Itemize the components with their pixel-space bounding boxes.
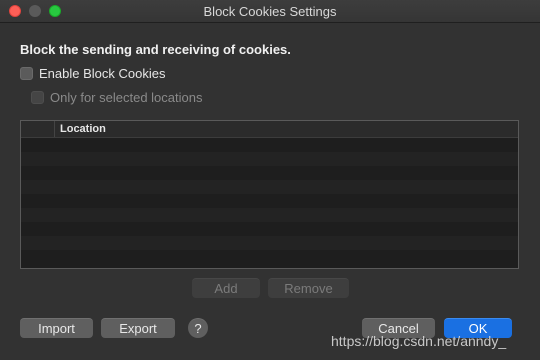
import-button[interactable]: Import [20,318,93,338]
selected-locations-checkbox: Only for selected locations [31,90,202,105]
table-header-first-column[interactable] [21,121,55,137]
table-header-location[interactable]: Location [60,123,106,135]
table-header: Location [21,121,518,138]
enable-block-cookies-label: Enable Block Cookies [39,66,166,81]
export-button[interactable]: Export [101,318,175,338]
table-row-empty [21,138,518,152]
checkbox-box[interactable] [20,67,33,80]
table-row-empty [21,236,518,250]
dialog-window: Block Cookies Settings Block the sending… [0,0,540,360]
remove-button[interactable]: Remove [268,278,349,298]
locations-table[interactable]: Location [20,120,519,269]
help-button[interactable]: ? [188,318,208,338]
window-title: Block Cookies Settings [203,4,337,19]
add-button[interactable]: Add [192,278,260,298]
table-row-empty [21,194,518,208]
selected-locations-label: Only for selected locations [50,90,203,105]
table-row-empty [21,166,518,180]
table-row-empty [21,250,518,264]
table-row-empty [21,222,518,236]
checkbox-box-disabled [31,91,44,104]
dialog-heading: Block the sending and receiving of cooki… [20,42,291,57]
table-row-empty [21,180,518,194]
watermark-text: https://blog.csdn.net/anndy_ [331,333,507,349]
table-row-empty [21,208,518,222]
table-row-empty [21,152,518,166]
enable-block-cookies-checkbox[interactable]: Enable Block Cookies [20,66,165,81]
title-bar[interactable]: Block Cookies Settings [0,0,540,23]
